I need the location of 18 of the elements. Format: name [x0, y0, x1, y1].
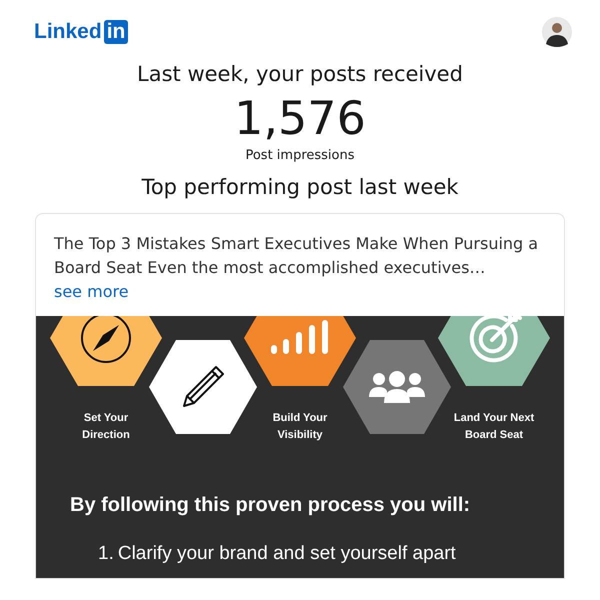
- people-icon: [368, 370, 426, 404]
- step-label: Set Your Direction: [82, 411, 130, 443]
- infographic-heading: By following this proven process you will:: [69, 493, 472, 517]
- step-label: Land Your Next Board Seat: [454, 411, 534, 443]
- post-card[interactable]: [35, 213, 565, 579]
- post-text: The Top 3 Mistakes Smart Executives Make When Pursuing a Board Seat Even the most accomplished executives…: [53, 233, 540, 279]
- headline: Last week, your posts received: [136, 62, 464, 86]
- impressions-count: 1,576: [233, 92, 367, 144]
- list-text: Clarify your brand and set yourself apart: [118, 543, 456, 565]
- list-number: 1.: [98, 543, 114, 565]
- see-more-link[interactable]: see more: [54, 280, 129, 304]
- compass-icon: [79, 316, 133, 365]
- step-label: Build Your Visibility: [272, 411, 328, 443]
- linkedin-logo[interactable]: Linked in: [34, 20, 128, 44]
- impressions-label: Post impressions: [244, 148, 356, 163]
- bar-chart-icon: [270, 320, 330, 356]
- avatar-icon[interactable]: [542, 17, 572, 47]
- section-title: Top performing post last week: [140, 175, 460, 199]
